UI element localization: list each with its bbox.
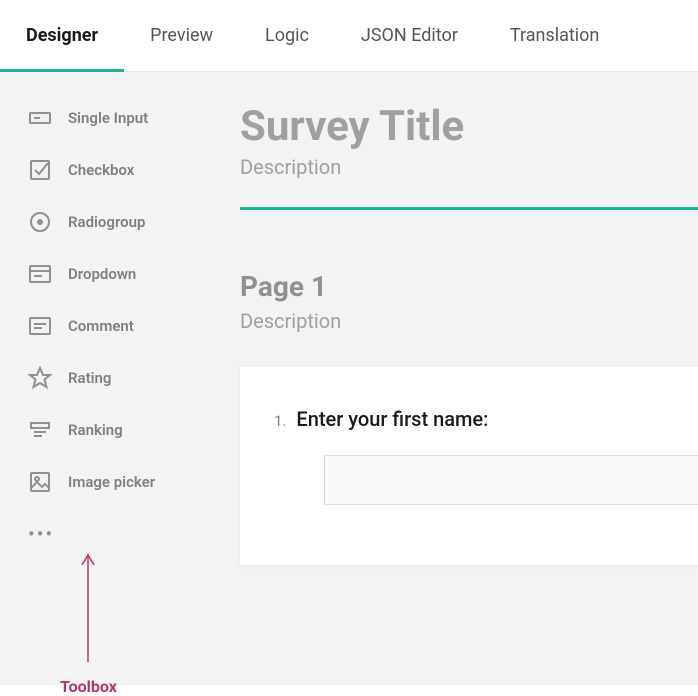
- checkbox-icon: [28, 158, 52, 182]
- tab-bar: Designer Preview Logic JSON Editor Trans…: [0, 0, 698, 72]
- toolbox-item-rating[interactable]: Rating: [0, 352, 210, 404]
- divider: [240, 207, 698, 210]
- radiogroup-icon: [28, 210, 52, 234]
- survey-title[interactable]: Survey Title: [240, 102, 698, 151]
- toolbox-item-label: Single Input: [68, 109, 148, 127]
- toolbox-item-label: Checkbox: [68, 161, 134, 179]
- toolbox-item-label: Radiogroup: [68, 213, 145, 231]
- toolbox-item-label: Dropdown: [68, 265, 136, 283]
- toolbox-more-button[interactable]: •••: [0, 508, 210, 560]
- arrow-up-icon: [78, 547, 98, 667]
- single-input-icon: [28, 106, 52, 130]
- tab-label: Designer: [26, 25, 98, 46]
- dropdown-icon: [28, 262, 52, 286]
- more-icon: •••: [28, 522, 54, 546]
- annotation-label: Toolbox: [60, 677, 117, 696]
- toolbox-item-image-picker[interactable]: Image picker: [0, 456, 210, 508]
- page-title[interactable]: Page 1: [240, 270, 698, 303]
- tab-label: Preview: [150, 25, 213, 46]
- toolbox-item-checkbox[interactable]: Checkbox: [0, 144, 210, 196]
- toolbox: Single Input Checkbox Radiogroup Dropdow…: [0, 72, 210, 685]
- tab-translation[interactable]: Translation: [484, 0, 626, 71]
- tab-label: JSON Editor: [361, 25, 458, 46]
- toolbox-item-label: Rating: [68, 369, 111, 387]
- first-name-input[interactable]: [324, 455, 698, 505]
- toolbox-item-label: Ranking: [68, 421, 123, 439]
- design-canvas: Survey Title Description Page 1 Descript…: [210, 72, 698, 685]
- tab-json-editor[interactable]: JSON Editor: [335, 0, 484, 71]
- question-card[interactable]: 1. Enter your first name:: [240, 367, 698, 565]
- toolbox-item-label: Comment: [68, 317, 134, 335]
- tab-label: Logic: [265, 25, 309, 46]
- rating-icon: [28, 366, 52, 390]
- toolbox-item-single-input[interactable]: Single Input: [0, 92, 210, 144]
- question-text[interactable]: Enter your first name:: [296, 407, 488, 431]
- question-header: 1. Enter your first name:: [274, 407, 698, 431]
- ranking-icon: [28, 418, 52, 442]
- tab-label: Translation: [510, 25, 600, 46]
- toolbox-item-dropdown[interactable]: Dropdown: [0, 248, 210, 300]
- survey-description[interactable]: Description: [240, 155, 698, 179]
- comment-icon: [28, 314, 52, 338]
- tab-logic[interactable]: Logic: [239, 0, 335, 71]
- workspace: Single Input Checkbox Radiogroup Dropdow…: [0, 72, 698, 685]
- toolbox-item-radiogroup[interactable]: Radiogroup: [0, 196, 210, 248]
- toolbox-item-comment[interactable]: Comment: [0, 300, 210, 352]
- page-description[interactable]: Description: [240, 309, 698, 333]
- toolbox-item-ranking[interactable]: Ranking: [0, 404, 210, 456]
- tab-designer[interactable]: Designer: [0, 0, 124, 71]
- toolbox-item-label: Image picker: [68, 473, 155, 491]
- tab-preview[interactable]: Preview: [124, 0, 239, 71]
- image-picker-icon: [28, 470, 52, 494]
- annotation-toolbox: Toolbox: [60, 547, 117, 696]
- question-number: 1.: [274, 412, 286, 430]
